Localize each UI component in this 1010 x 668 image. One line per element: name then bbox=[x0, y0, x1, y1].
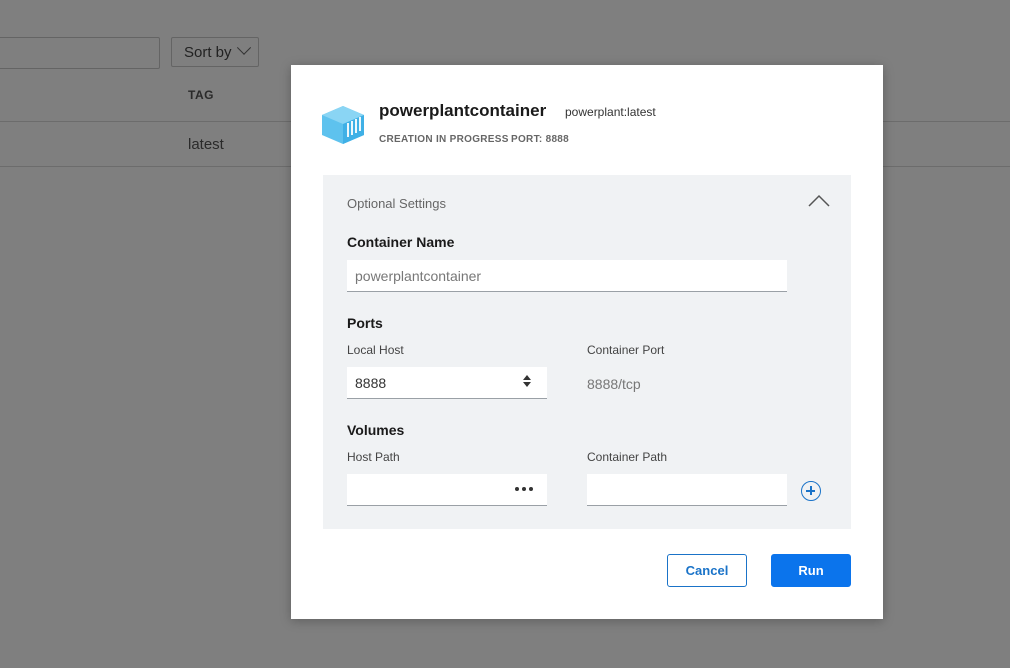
volumes-label: Volumes bbox=[347, 422, 405, 438]
add-volume-icon[interactable] bbox=[801, 481, 821, 501]
container-title: powerplantcontainer bbox=[379, 101, 547, 120]
host-path-label: Host Path bbox=[347, 450, 400, 464]
container-path-label: Container Path bbox=[587, 450, 668, 464]
number-stepper[interactable] bbox=[521, 374, 533, 390]
local-host-field bbox=[347, 367, 547, 399]
chevron-up-icon[interactable] bbox=[807, 193, 831, 209]
cancel-button[interactable]: Cancel bbox=[667, 554, 747, 587]
optional-settings-title: Optional Settings bbox=[347, 196, 447, 211]
optional-settings-panel: Optional Settings Container Name Ports L… bbox=[323, 175, 851, 529]
local-host-input[interactable] bbox=[347, 367, 547, 399]
browse-more-icon[interactable] bbox=[515, 485, 533, 493]
container-cube-icon bbox=[322, 106, 364, 144]
host-path-field bbox=[347, 474, 547, 506]
ports-label: Ports bbox=[347, 315, 383, 331]
container-path-input[interactable] bbox=[587, 474, 787, 506]
port-text: PORT: 8888 bbox=[511, 134, 570, 145]
container-name-input[interactable] bbox=[347, 260, 787, 292]
image-tag: powerplant:latest bbox=[565, 105, 656, 119]
container-port-value: 8888/tcp bbox=[587, 376, 641, 392]
run-button[interactable]: Run bbox=[771, 554, 851, 587]
container-name-label: Container Name bbox=[347, 234, 455, 250]
stepper-up-icon[interactable] bbox=[523, 375, 531, 380]
stepper-down-icon[interactable] bbox=[523, 382, 531, 387]
status-text: CREATION IN PROGRESS bbox=[379, 134, 509, 145]
run-container-dialog: powerplantcontainer powerplant:latest CR… bbox=[291, 65, 883, 619]
container-port-label: Container Port bbox=[587, 343, 665, 357]
local-host-label: Local Host bbox=[347, 343, 404, 357]
